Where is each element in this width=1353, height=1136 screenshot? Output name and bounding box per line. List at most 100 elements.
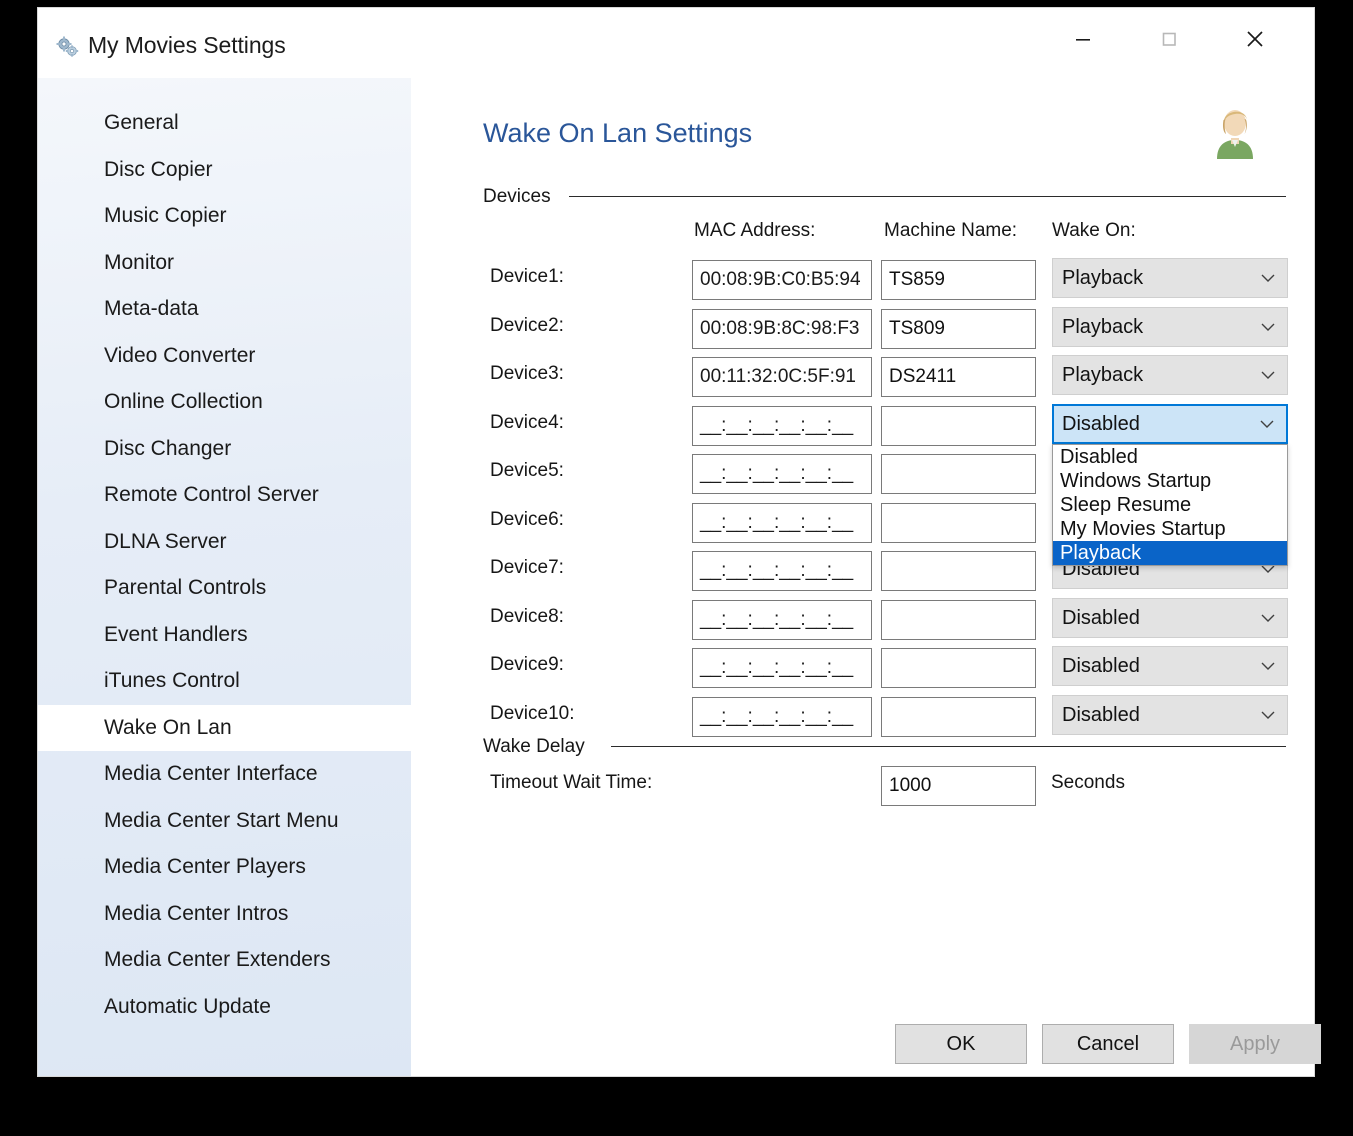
wake-on-value: Disabled [1062, 655, 1140, 677]
sidebar-item-wake-on-lan[interactable]: Wake On Lan [38, 704, 411, 751]
device-row-label: Device3: [490, 363, 564, 384]
mac-address-input[interactable]: 00:08:9B:8C:98:F3 [692, 308, 872, 349]
machine-name-input[interactable] [881, 454, 1036, 494]
sidebar-item-label: Online Collection [104, 390, 263, 414]
wake-on-combobox[interactable]: Playback [1052, 355, 1288, 395]
chevron-down-icon [1261, 711, 1275, 719]
maximize-icon[interactable] [1136, 8, 1202, 70]
machine-name-input[interactable]: DS2411 [881, 357, 1036, 397]
sidebar-item-online-collection[interactable]: Online Collection [38, 379, 411, 426]
timeout-wait-time-input[interactable]: 1000 [881, 766, 1036, 806]
machine-name-input[interactable] [881, 648, 1036, 688]
wake-on-combobox[interactable]: Disabled [1052, 403, 1288, 444]
machine-name-input[interactable]: TS809 [881, 308, 1036, 349]
machine-name-input[interactable] [881, 551, 1036, 591]
ok-button[interactable]: OK [895, 1024, 1027, 1064]
close-icon[interactable] [1222, 8, 1288, 70]
sidebar-item-music-copier[interactable]: Music Copier [38, 193, 411, 240]
sidebar-item-label: Video Converter [104, 343, 256, 367]
sidebar-item-label: Meta-data [104, 297, 199, 321]
device-row-label: Device10: [490, 702, 575, 724]
wake-on-combobox[interactable]: Disabled [1052, 597, 1288, 638]
cancel-button[interactable]: Cancel [1042, 1024, 1174, 1064]
apply-button[interactable]: Apply [1189, 1024, 1321, 1064]
device-row-label: Device8: [490, 605, 564, 627]
timeout-wait-time-label: Timeout Wait Time: [490, 772, 653, 793]
device-row-label: Device7: [490, 557, 564, 578]
chevron-down-icon [1261, 565, 1275, 573]
dropdown-option[interactable]: Sleep Resume [1053, 493, 1287, 517]
wake-on-combobox[interactable]: Disabled [1052, 646, 1288, 686]
sidebar-item-label: Event Handlers [104, 622, 248, 646]
device-row-label: Device4: [490, 411, 564, 433]
mac-address-input[interactable]: __:__:__:__:__:__ [692, 599, 872, 640]
sidebar-item-label: Disc Changer [104, 436, 232, 460]
sidebar-item-media-center-interface[interactable]: Media Center Interface [38, 751, 411, 798]
devices-group-separator [569, 196, 1286, 197]
sidebar-item-remote-control-server[interactable]: Remote Control Server [38, 472, 411, 519]
wake-on-dropdown-list[interactable]: Disabled Windows Startup Sleep Resume My Mo… [1052, 443, 1288, 566]
column-header-wakeon: Wake On: [1052, 220, 1136, 241]
sidebar-item-label: Media Center Extenders [104, 948, 331, 972]
wake-on-value: Playback [1062, 315, 1144, 338]
sidebar-item-general[interactable]: General [38, 100, 411, 147]
sidebar-item-media-center-players[interactable]: Media Center Players [38, 844, 411, 891]
device-row-label: Device5: [490, 460, 564, 481]
sidebar-item-disc-copier[interactable]: Disc Copier [38, 147, 411, 194]
wake-on-value: Disabled [1062, 412, 1140, 435]
sidebar-item-label: Monitor [104, 250, 175, 274]
chevron-down-icon [1261, 614, 1275, 622]
device-row-label: Device1: [490, 266, 564, 287]
sidebar-item-parental-controls[interactable]: Parental Controls [38, 565, 411, 612]
sidebar-item-media-center-intros[interactable]: Media Center Intros [38, 891, 411, 938]
wake-on-combobox[interactable]: Playback [1052, 306, 1288, 347]
gears-icon [55, 35, 81, 61]
sidebar-item-media-center-extenders[interactable]: Media Center Extenders [38, 937, 411, 984]
sidebar-item-monitor[interactable]: Monitor [38, 240, 411, 287]
mac-address-input[interactable]: __:__:__:__:__:__ [692, 696, 872, 737]
sidebar-item-disc-changer[interactable]: Disc Changer [38, 426, 411, 473]
sidebar-item-dlna-server[interactable]: DLNA Server [38, 519, 411, 566]
mac-address-input[interactable]: 00:11:32:0C:5F:91 [692, 357, 872, 397]
sidebar-item-automatic-update[interactable]: Automatic Update [38, 984, 411, 1031]
dropdown-option[interactable]: Disabled [1053, 445, 1287, 469]
dropdown-option[interactable]: Windows Startup [1053, 469, 1287, 493]
sidebar-item-label: Remote Control Server [104, 483, 319, 507]
sidebar-item-label: Parental Controls [104, 576, 267, 600]
sidebar-item-label: Wake On Lan [104, 715, 232, 739]
machine-name-input[interactable]: TS859 [881, 260, 1036, 300]
mac-address-input[interactable]: __:__:__:__:__:__ [692, 502, 872, 543]
mac-address-input[interactable]: __:__:__:__:__:__ [692, 454, 872, 494]
device-row-label: Device6: [490, 508, 564, 530]
mac-address-input[interactable]: 00:08:9B:C0:B5:94 [692, 260, 872, 300]
wake-on-value: Disabled [1062, 606, 1140, 629]
chevron-down-icon [1261, 323, 1275, 331]
column-header-machine: Machine Name: [884, 220, 1018, 241]
sidebar-item-media-center-start-menu[interactable]: Media Center Start Menu [38, 798, 411, 845]
mac-address-input[interactable]: __:__:__:__:__:__ [692, 648, 872, 688]
chevron-down-icon [1261, 662, 1275, 670]
column-header-mac: MAC Address: [694, 220, 816, 241]
dropdown-option[interactable]: My Movies Startup [1053, 517, 1287, 541]
wake-on-combobox[interactable]: Playback [1052, 258, 1288, 298]
machine-name-input[interactable] [881, 599, 1036, 640]
wake-on-combobox[interactable]: Disabled [1052, 694, 1288, 735]
mac-address-input[interactable]: __:__:__:__:__:__ [692, 551, 872, 591]
title-bar: My Movies Settings [38, 8, 1314, 78]
minimize-icon[interactable] [1050, 8, 1116, 70]
machine-name-input[interactable] [881, 502, 1036, 543]
sidebar-item-video-converter[interactable]: Video Converter [38, 333, 411, 380]
sidebar-item-event-handlers[interactable]: Event Handlers [38, 612, 411, 659]
mac-address-input[interactable]: __:__:__:__:__:__ [692, 405, 872, 446]
chevron-down-icon [1260, 420, 1274, 428]
sidebar-item-meta-data[interactable]: Meta-data [38, 286, 411, 333]
sidebar-item-label: General [104, 111, 179, 135]
machine-name-input[interactable] [881, 696, 1036, 737]
timeout-unit-label: Seconds [1051, 772, 1125, 793]
machine-name-input[interactable] [881, 405, 1036, 446]
sidebar-item-itunes-control[interactable]: iTunes Control [38, 658, 411, 705]
wake-delay-group-separator [611, 746, 1286, 747]
dropdown-option[interactable]: Playback [1053, 540, 1287, 565]
device-row-label: Device2: [490, 314, 564, 336]
sidebar-item-label: Automatic Update [104, 994, 271, 1018]
